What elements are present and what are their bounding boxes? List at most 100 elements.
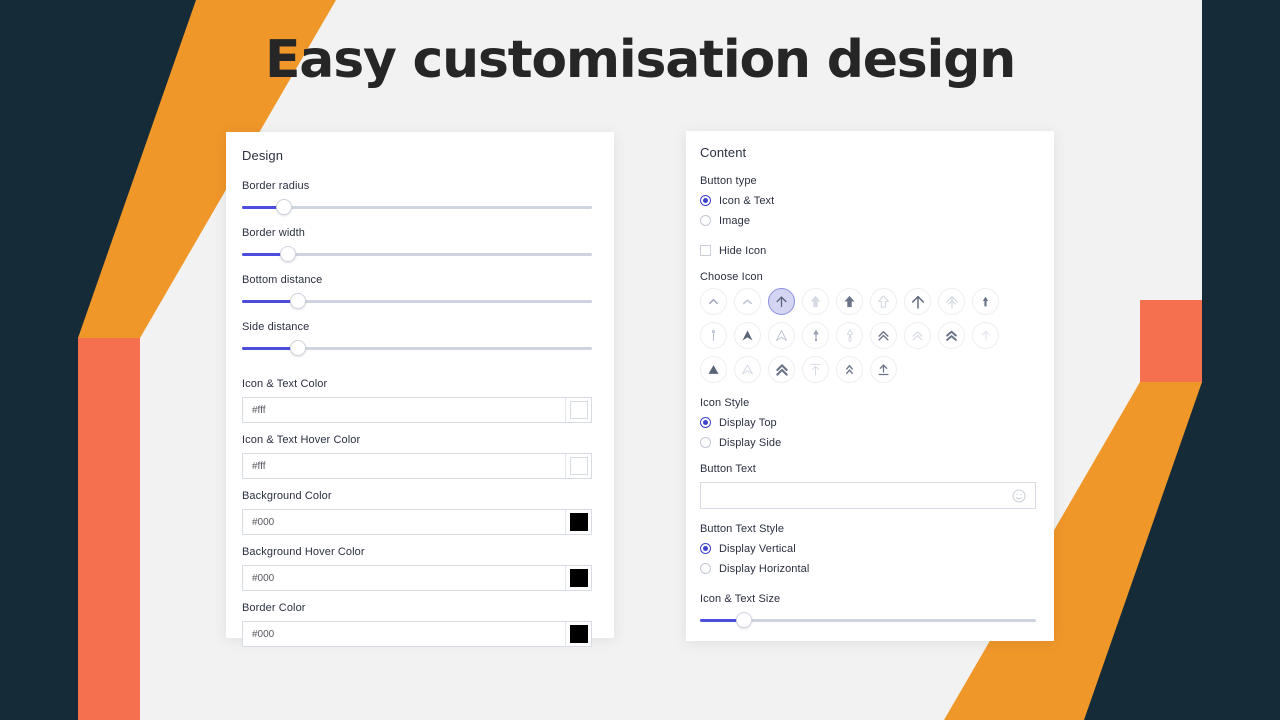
slider-side-distance[interactable] [242,340,592,356]
slider-bottom-distance[interactable] [242,293,592,309]
checkbox-hide-icon[interactable]: Hide Icon [700,241,1036,260]
icon-option-chevron-up-thin[interactable] [700,288,727,315]
icon-text-hover-color-input[interactable]: #fff [243,454,565,478]
decoration-top-left [0,0,1280,720]
radio-text-style-horizontal[interactable]: Display Horizontal [700,559,1036,578]
slider-group-icon-text-size: Icon & Text Size [700,593,1036,628]
emoji-picker-icon[interactable] [1011,488,1027,504]
radio-icon-style-display-side[interactable]: Display Side [700,433,1036,452]
icon-option-arrow-up-to-line[interactable] [802,356,829,383]
icon-text-color-input[interactable]: #fff [243,398,565,422]
radio-indicator-icon [700,195,711,206]
color-row: #fff [242,397,592,423]
radio-label: Display Horizontal [719,562,810,575]
color-group-icon-text-color: Icon & Text Color #fff [242,378,592,423]
label-button-text: Button Text [700,463,756,475]
icon-option-triangle-up-outline[interactable] [768,322,795,349]
border-color-swatch-button[interactable] [565,622,591,646]
color-row: #000 [242,621,592,647]
background-color-swatch-button[interactable] [565,510,591,534]
color-swatch [569,401,588,419]
color-group-background-color: Background Color #000 [242,490,592,535]
background-hover-color-swatch-button[interactable] [565,566,591,590]
slider-track[interactable] [242,206,592,209]
background-color-input[interactable]: #000 [243,510,565,534]
color-row: #fff [242,453,592,479]
radio-label: Icon & Text [719,194,775,207]
icon-option-arrow-up-faint[interactable] [972,322,999,349]
color-swatch [569,569,588,587]
icon-option-chevron-double-up-thin[interactable] [904,322,931,349]
radio-indicator-icon [700,563,711,574]
radio-button-type-icon-text[interactable]: Icon & Text [700,191,1036,210]
color-group-icon-text-hover-color: Icon & Text Hover Color #fff [242,434,592,479]
color-group-border-color: Border Color #000 [242,602,592,647]
radio-text-style-vertical[interactable]: Display Vertical [700,539,1036,558]
label-background-hover-color: Background Hover Color [242,546,365,558]
icon-option-chevron-up-soft[interactable] [734,288,761,315]
label-border-radius: Border radius [242,180,310,192]
page-root: Easy customisation design Design Border … [0,0,1280,720]
checkbox-indicator-icon [700,245,711,256]
radio-icon-style-display-top[interactable]: Display Top [700,413,1036,432]
decoration-bottom-right [0,0,1280,720]
icon-option-arrow-up-bold[interactable] [904,288,931,315]
background-hover-color-input[interactable]: #000 [243,566,565,590]
label-background-color: Background Color [242,490,332,502]
slider-border-radius[interactable] [242,199,592,215]
icon-option-arrow-up-solid-light[interactable] [802,288,829,315]
content-panel-title: Content [700,145,747,160]
icon-option-arrow-up-double-outline[interactable] [938,288,965,315]
button-text-field[interactable] [700,482,1036,509]
icon-option-arrow-up-outline[interactable] [870,288,897,315]
icon-option-arrow-up-pill[interactable] [802,322,829,349]
navy-shape-top-left [0,0,258,720]
icon-picker-grid [700,288,1005,383]
color-swatch [569,457,588,475]
icon-option-upload-to-line[interactable] [870,356,897,383]
label-icon-style: Icon Style [700,397,750,409]
slider-thumb[interactable] [290,340,306,356]
icon-option-arrow-up-narrow[interactable] [972,288,999,315]
icon-option-triangle-up-filled[interactable] [700,356,727,383]
content-panel: Content Button type Icon & Text Image Hi… [686,131,1054,641]
radio-indicator-icon [700,215,711,226]
icon-option-chevron-double-up[interactable] [870,322,897,349]
slider-border-width[interactable] [242,246,592,262]
label-border-width: Border width [242,227,305,239]
icon-option-arrow-up-pin[interactable] [700,322,727,349]
slider-thumb[interactable] [276,199,292,215]
radio-label: Display Vertical [719,542,796,555]
slider-thumb[interactable] [279,246,296,262]
icon-text-color-swatch-button[interactable] [565,398,591,422]
page-title: Easy customisation design [264,30,1016,90]
slider-thumb[interactable] [290,293,306,309]
label-border-color: Border Color [242,602,306,614]
icon-option-chevron-double-up-bold[interactable] [938,322,965,349]
radio-indicator-icon [700,437,711,448]
icon-option-chevron-double-up-small[interactable] [836,356,863,383]
slider-icon-text-size[interactable] [700,612,1036,628]
radio-button-type-image[interactable]: Image [700,211,1036,230]
icon-option-arrow-up-solid[interactable] [836,288,863,315]
icon-option-arrow-up-circle-outline[interactable] [768,288,795,315]
border-color-input[interactable]: #000 [243,622,565,646]
color-swatch [569,625,588,643]
slider-thumb[interactable] [735,612,752,628]
label-button-type: Button type [700,175,757,187]
icon-option-arrow-up-capsule[interactable] [836,322,863,349]
button-text-input[interactable] [709,489,1011,502]
icon-option-chevron-double-up-solid[interactable] [768,356,795,383]
radio-indicator-icon [700,543,711,554]
radio-label: Display Top [719,416,777,429]
icon-text-hover-color-swatch-button[interactable] [565,454,591,478]
icon-option-triangle-up-line[interactable] [734,356,761,383]
coral-stripe-top-left [78,338,140,720]
icon-option-triangle-up-solid[interactable] [734,322,761,349]
slider-group-bottom-distance: Bottom distance [242,274,592,309]
slider-group-border-radius: Border radius [242,180,592,215]
